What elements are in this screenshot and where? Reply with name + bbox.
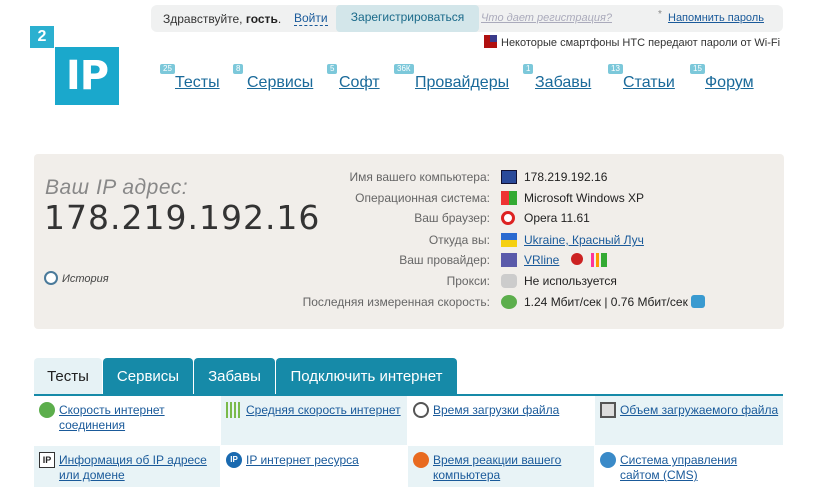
test-item[interactable]: Система управления сайтом (CMS) — [595, 446, 783, 487]
info-row-speed: Последняя измеренная скорость: 1.24 Мбит… — [34, 295, 784, 315]
what-registration-link[interactable]: Что дает регистрация? — [481, 12, 612, 24]
info-value: 1.24 Мбит/сек | 0.76 Мбит/сек — [524, 295, 688, 309]
news-ticker[interactable]: Некоторые смартфоны HTC передают пароли … — [484, 35, 780, 49]
cms-icon — [600, 452, 616, 468]
test-item[interactable]: Средняя скорость интернет — [221, 396, 407, 445]
provider-icon — [501, 253, 517, 267]
test-item[interactable]: Скорость интернет соединения — [34, 396, 220, 445]
logo-ip[interactable]: IP — [55, 47, 119, 105]
tab-fun[interactable]: Забавы — [194, 358, 275, 395]
nav-badge: 15 — [690, 64, 705, 74]
info-row-os: Операционная система: Microsoft Windows … — [34, 191, 784, 211]
info-value: Microsoft Windows XP — [524, 191, 645, 205]
login-link[interactable]: Войти — [294, 11, 328, 26]
info-key: Операционная система: — [355, 191, 490, 205]
asterisk-icon: * — [658, 9, 662, 20]
info-row-browser: Ваш браузер: Opera 11.61 — [34, 211, 784, 231]
info-key: Последняя измеренная скорость: — [302, 295, 490, 309]
nav-badge: 5 — [327, 64, 338, 74]
test-link[interactable]: IP интернет ресурса — [246, 453, 403, 468]
clock-icon — [413, 402, 429, 418]
logo-badge-two[interactable]: 2 — [30, 26, 54, 48]
info-value: Не используется — [524, 274, 617, 288]
info-key: Имя вашего компьютера: — [349, 170, 490, 184]
info-key: Прокси: — [446, 274, 490, 288]
ip-resource-icon: IP — [226, 452, 242, 468]
ip-info-panel: Ваш IP адрес: 178.219.192.16 История Имя… — [34, 154, 784, 329]
test-link[interactable]: Время загрузки файла — [433, 403, 590, 418]
nav-badge: 25 — [160, 64, 175, 74]
remind-password-wrap: * Напомнить пароль — [658, 9, 764, 24]
windows-icon — [501, 191, 517, 205]
news-text[interactable]: Некоторые смартфоны HTC передают пароли … — [501, 37, 780, 49]
test-link[interactable]: Время реакции вашего компьютера — [433, 453, 590, 483]
reaction-icon — [413, 452, 429, 468]
test-item[interactable]: IP Информация об IP адресе или домене — [34, 446, 220, 487]
test-link[interactable]: Информация об IP адресе или домене — [59, 453, 216, 483]
nav-badge: 13 — [608, 64, 623, 74]
test-link[interactable]: Средняя скорость интернет — [246, 403, 403, 418]
nav-badge: 8 — [233, 64, 244, 74]
speed-icon — [501, 295, 517, 309]
test-item[interactable]: IP IP интернет ресурса — [221, 446, 407, 487]
signal-bars-icon[interactable] — [591, 253, 607, 267]
test-link[interactable]: Объем загружаемого файла — [620, 403, 779, 418]
location-link[interactable]: Ukraine, Красный Луч — [524, 233, 644, 247]
info-row-proxy: Прокси: Не используется — [34, 274, 784, 294]
info-value: Opera 11.61 — [524, 211, 590, 225]
box-icon — [600, 402, 616, 418]
remind-password-link[interactable]: Напомнить пароль — [668, 12, 764, 24]
nav-label[interactable]: Статьи — [623, 74, 675, 92]
nav-badge: 1 — [523, 64, 534, 74]
test-item[interactable]: Время реакции вашего компьютера — [408, 446, 594, 487]
greeting-name: гость — [245, 12, 278, 26]
tab-connect-internet[interactable]: Подключить интернет — [276, 358, 457, 395]
top-user-bar: Здравствуйте, гость. Войти Зарегистриров… — [151, 5, 783, 32]
tab-tests[interactable]: Тесты — [34, 358, 102, 395]
ukraine-flag-icon — [501, 233, 517, 247]
nav-label[interactable]: Форум — [705, 74, 754, 92]
opera-icon — [501, 211, 515, 225]
nav-label[interactable]: Забавы — [535, 74, 591, 92]
register-button[interactable]: Зарегистрироваться — [336, 5, 479, 32]
greeting-text: Здравствуйте, гость. — [163, 12, 282, 26]
info-row-provider: Ваш провайдер: VRline — [34, 253, 784, 273]
nav-badge: 36К — [394, 64, 414, 74]
computer-icon — [501, 170, 517, 184]
nav-label[interactable]: Провайдеры — [415, 74, 509, 92]
info-row-location: Откуда вы: Ukraine, Красный Луч — [34, 233, 784, 253]
ip-info-icon: IP — [39, 452, 55, 468]
pin-icon[interactable] — [571, 253, 583, 265]
info-key: Ваш браузер: — [414, 211, 490, 225]
tab-services[interactable]: Сервисы — [103, 358, 193, 395]
proxy-icon — [501, 274, 517, 288]
nav-label[interactable]: Сервисы — [247, 74, 313, 92]
speed-arrow-icon — [39, 402, 55, 418]
info-value: 178.219.192.16 — [524, 170, 608, 184]
nav-label[interactable]: Софт — [339, 74, 380, 92]
bars-icon — [226, 402, 242, 418]
test-link[interactable]: Скорость интернет соединения — [59, 403, 216, 433]
info-row-computer-name: Имя вашего компьютера: 178.219.192.16 — [34, 170, 784, 190]
test-item[interactable]: Объем загружаемого файла — [595, 396, 783, 445]
info-key: Откуда вы: — [428, 233, 490, 247]
refresh-speed-icon[interactable] — [691, 295, 705, 308]
info-key: Ваш провайдер: — [399, 253, 490, 267]
htc-news-icon — [484, 35, 497, 48]
nav-label[interactable]: Тесты — [175, 74, 220, 92]
test-link[interactable]: Система управления сайтом (CMS) — [620, 453, 779, 483]
test-item[interactable]: Время загрузки файла — [408, 396, 594, 445]
provider-link[interactable]: VRline — [524, 253, 559, 267]
